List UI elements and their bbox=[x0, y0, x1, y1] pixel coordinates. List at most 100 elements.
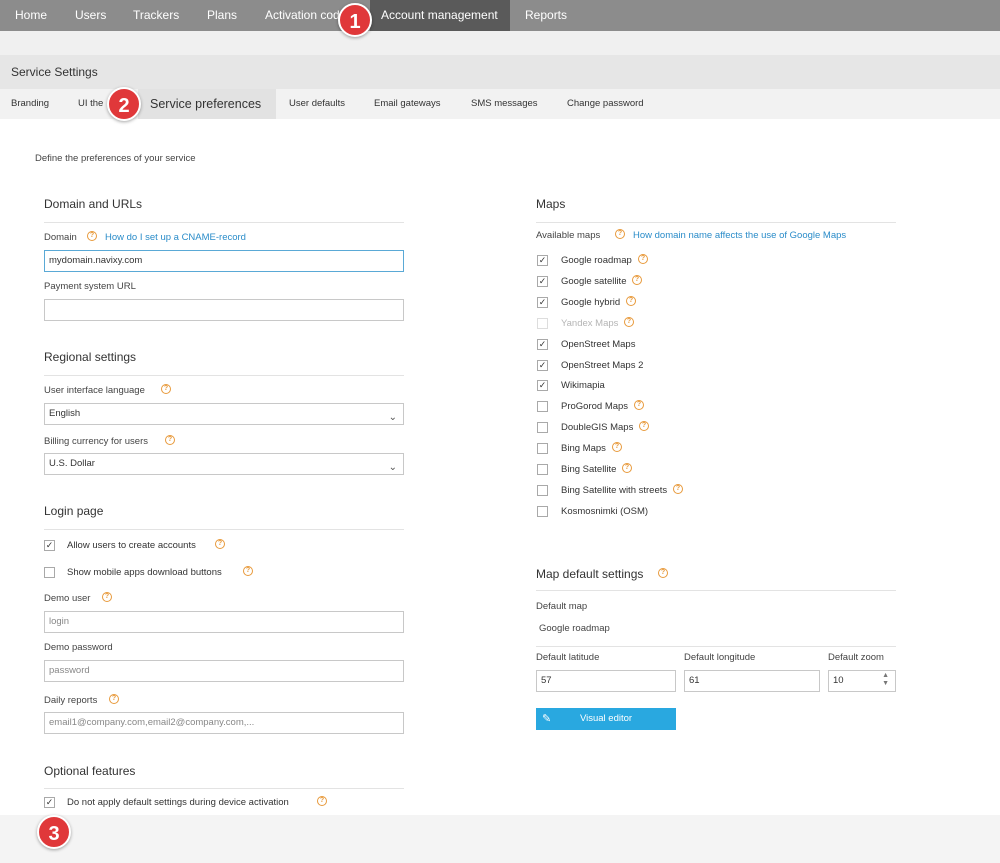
regional-section-title: Regional settings bbox=[44, 350, 137, 364]
map-defaults-title: Map default settings bbox=[536, 567, 644, 581]
default-map-value[interactable]: Google roadmap bbox=[539, 623, 610, 634]
default-latitude-input[interactable]: 57 bbox=[536, 670, 676, 692]
help-icon[interactable]: ? bbox=[165, 435, 175, 446]
nav-reports[interactable]: Reports bbox=[525, 0, 567, 31]
pencil-icon: ✎ bbox=[542, 713, 552, 725]
nav-plans[interactable]: Plans bbox=[207, 0, 237, 31]
daily-reports-label: Daily reports bbox=[44, 695, 98, 706]
google-maps-help-link[interactable]: How domain name affects the use of Googl… bbox=[633, 230, 846, 241]
currency-value: U.S. Dollar bbox=[49, 458, 95, 469]
map-checkbox[interactable]: ✓ bbox=[537, 276, 548, 287]
help-icon[interactable]: ? bbox=[109, 694, 119, 705]
payment-url-input[interactable] bbox=[44, 299, 404, 321]
divider bbox=[44, 529, 404, 530]
currency-select[interactable]: U.S. Dollar ⌄ bbox=[44, 453, 404, 475]
help-icon[interactable]: ? bbox=[638, 254, 648, 265]
nav-activation-codes[interactable]: Activation cod bbox=[265, 0, 345, 31]
divider bbox=[44, 222, 404, 223]
tab-user-defaults[interactable]: User defaults bbox=[289, 89, 345, 119]
chevron-down-icon: ⌄ bbox=[388, 462, 397, 473]
map-checkbox[interactable] bbox=[537, 401, 548, 412]
optional-section-title: Optional features bbox=[44, 764, 136, 778]
help-icon[interactable]: ? bbox=[673, 484, 683, 495]
help-icon[interactable]: ? bbox=[215, 539, 225, 550]
tab-service-preferences[interactable]: Service preferences bbox=[138, 89, 276, 119]
show-mobile-checkbox[interactable] bbox=[44, 567, 55, 578]
help-icon[interactable]: ? bbox=[615, 229, 625, 240]
nav-trackers[interactable]: Trackers bbox=[133, 0, 179, 31]
stepper-arrows-icon[interactable]: ▲ ▼ bbox=[882, 672, 889, 688]
help-icon[interactable]: ? bbox=[161, 384, 171, 395]
visual-editor-label: Visual editor bbox=[579, 713, 633, 724]
map-checkbox[interactable]: ✓ bbox=[537, 255, 548, 266]
nav-users[interactable]: Users bbox=[75, 0, 106, 31]
daily-reports-input[interactable]: email1@company.com,email2@company.com,..… bbox=[44, 712, 404, 734]
page-title-bar: Service Settings bbox=[0, 55, 1000, 89]
map-checkbox[interactable] bbox=[537, 485, 548, 496]
domain-input[interactable]: mydomain.navixy.com bbox=[44, 250, 404, 272]
map-option-label: Google satellite bbox=[561, 276, 627, 287]
domain-section-title: Domain and URLs bbox=[44, 197, 143, 211]
visual-editor-button[interactable]: ✎ Visual editor bbox=[536, 708, 676, 730]
default-longitude-label: Default longitude bbox=[684, 652, 756, 663]
map-option-label: DoubleGIS Maps bbox=[561, 422, 634, 433]
tab-sms-messages[interactable]: SMS messages bbox=[471, 89, 538, 119]
default-zoom-stepper[interactable]: 10 ▲ ▼ bbox=[828, 670, 896, 692]
show-mobile-label: Show mobile apps download buttons bbox=[67, 567, 222, 578]
demo-password-input[interactable]: password bbox=[44, 660, 404, 682]
map-option-label: Google roadmap bbox=[561, 255, 632, 266]
help-icon[interactable]: ? bbox=[317, 796, 327, 807]
no-default-settings-checkbox[interactable]: ✓ bbox=[44, 797, 55, 808]
demo-password-label: Demo password bbox=[44, 642, 113, 653]
map-checkbox[interactable]: ✓ bbox=[537, 360, 548, 371]
map-option-label: Bing Satellite with streets bbox=[561, 485, 668, 496]
help-icon[interactable]: ? bbox=[632, 275, 642, 286]
available-maps-label: Available maps bbox=[536, 230, 601, 241]
default-longitude-input[interactable]: 61 bbox=[684, 670, 820, 692]
divider bbox=[536, 646, 896, 647]
help-icon[interactable]: ? bbox=[612, 442, 622, 453]
chevron-down-icon: ⌄ bbox=[388, 412, 397, 423]
tab-email-gateways[interactable]: Email gateways bbox=[374, 89, 441, 119]
nav-home[interactable]: Home bbox=[15, 0, 47, 31]
header-band bbox=[0, 31, 1000, 55]
tab-branding[interactable]: Branding bbox=[11, 89, 49, 119]
help-icon[interactable]: ? bbox=[87, 231, 97, 242]
help-icon[interactable]: ? bbox=[624, 317, 634, 328]
language-select[interactable]: English ⌄ bbox=[44, 403, 404, 425]
payment-url-label: Payment system URL bbox=[44, 281, 136, 292]
nav-account-management[interactable]: Account management bbox=[370, 0, 510, 31]
login-section-title: Login page bbox=[44, 504, 104, 518]
map-checkbox[interactable] bbox=[537, 464, 548, 475]
domain-label: Domain bbox=[44, 232, 77, 243]
map-option-label: ProGorod Maps bbox=[561, 401, 629, 412]
intro-text: Define the preferences of your service bbox=[35, 153, 196, 164]
maps-section-title: Maps bbox=[536, 197, 566, 211]
allow-create-checkbox[interactable]: ✓ bbox=[44, 540, 55, 551]
annotation-badge-1: 1 bbox=[338, 3, 372, 37]
help-icon[interactable]: ? bbox=[626, 296, 636, 307]
map-checkbox[interactable]: ✓ bbox=[537, 339, 548, 350]
map-option-label: Bing Maps bbox=[561, 443, 606, 454]
help-icon[interactable]: ? bbox=[102, 592, 112, 603]
map-option-label: OpenStreet Maps bbox=[561, 339, 636, 350]
language-label: User interface language bbox=[44, 385, 145, 396]
help-icon[interactable]: ? bbox=[639, 421, 649, 432]
tab-ui-themes[interactable]: UI the bbox=[78, 89, 108, 119]
page-title: Service Settings bbox=[11, 65, 98, 79]
help-icon[interactable]: ? bbox=[622, 463, 632, 474]
help-icon[interactable]: ? bbox=[658, 568, 668, 579]
map-option-label: Kosmosnimki (OSM) bbox=[561, 506, 649, 517]
map-checkbox[interactable] bbox=[537, 443, 548, 454]
help-icon[interactable]: ? bbox=[243, 566, 253, 577]
map-checkbox[interactable] bbox=[537, 506, 548, 517]
help-icon[interactable]: ? bbox=[634, 400, 644, 411]
map-checkbox[interactable]: ✓ bbox=[537, 297, 548, 308]
map-checkbox[interactable] bbox=[537, 422, 548, 433]
map-checkbox[interactable]: ✓ bbox=[537, 380, 548, 391]
demo-user-input[interactable]: login bbox=[44, 611, 404, 633]
tab-change-password[interactable]: Change password bbox=[567, 89, 644, 119]
cname-help-link[interactable]: How do I set up a CNAME-record bbox=[105, 232, 246, 243]
map-option-label: OpenStreet Maps 2 bbox=[561, 360, 644, 371]
default-zoom-value: 10 bbox=[833, 675, 844, 686]
